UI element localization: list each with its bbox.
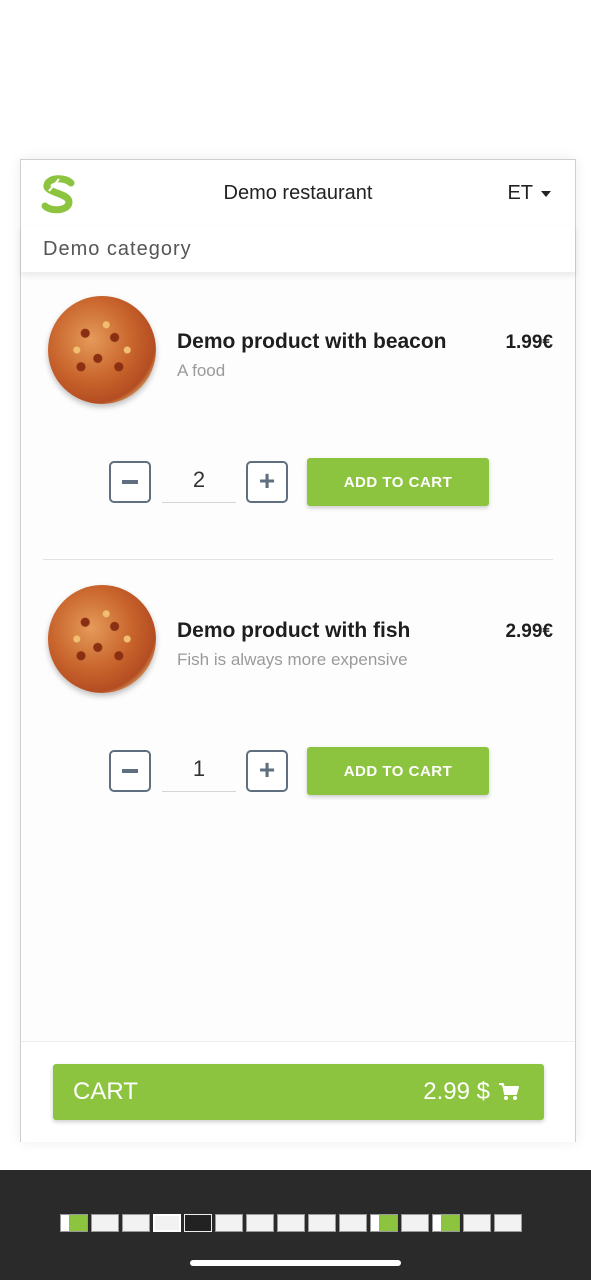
product-divider	[43, 559, 553, 560]
product-price: 1.99€	[505, 332, 553, 353]
cart-total-group: 2.99 $	[423, 1078, 520, 1106]
product-card: Demo product with fish 2.99€ Fish is alw…	[21, 561, 575, 811]
add-to-cart-button[interactable]: ADD TO CART	[307, 458, 489, 506]
thumbnail[interactable]	[308, 1214, 336, 1232]
quantity-field[interactable]	[162, 457, 236, 503]
cart-button[interactable]: CART 2.99 $	[53, 1064, 544, 1120]
thumbnail[interactable]	[401, 1214, 429, 1232]
home-indicator[interactable]	[190, 1260, 401, 1266]
add-to-cart-button[interactable]: ADD TO CART	[307, 747, 489, 795]
thumbnail[interactable]	[184, 1214, 212, 1232]
cart-label: CART	[73, 1078, 138, 1105]
thumbnail[interactable]	[463, 1214, 491, 1232]
product-name: Demo product with beacon	[177, 330, 447, 353]
page-thumbnails	[60, 1214, 522, 1232]
product-image	[48, 296, 156, 404]
product-card: Demo product with beacon 1.99€ A food AD…	[21, 272, 575, 522]
thumbnail[interactable]	[432, 1214, 460, 1232]
decrease-quantity-button[interactable]	[109, 461, 151, 503]
thumbnail[interactable]	[494, 1214, 522, 1232]
restaurant-title: Demo restaurant	[223, 182, 373, 204]
cart-icon	[499, 1083, 519, 1100]
cart-footer: CART 2.99 $	[21, 1041, 575, 1142]
thumbnail[interactable]	[370, 1214, 398, 1232]
product-name: Demo product with fish	[177, 619, 411, 642]
thumbnail[interactable]	[277, 1214, 305, 1232]
cart-total: 2.99 $	[423, 1078, 490, 1105]
app-header: Demo restaurant ET	[21, 160, 575, 227]
app-frame: Demo restaurant ET Demo category Demo pr…	[20, 159, 576, 1142]
decrease-quantity-button[interactable]	[109, 750, 151, 792]
product-description: Fish is always more expensive	[177, 650, 408, 669]
product-price: 2.99€	[505, 621, 553, 642]
caret-down-icon	[541, 190, 551, 197]
language-selector[interactable]: ET	[507, 182, 551, 205]
increase-quantity-button[interactable]	[246, 750, 288, 792]
product-image	[48, 585, 156, 693]
thumbnail[interactable]	[122, 1214, 150, 1232]
category-bar: Demo category	[21, 226, 575, 273]
thumbnail[interactable]	[339, 1214, 367, 1232]
increase-quantity-button[interactable]	[246, 461, 288, 503]
thumbnail[interactable]	[91, 1214, 119, 1232]
thumbnail[interactable]	[60, 1214, 88, 1232]
language-label: ET	[507, 182, 533, 204]
thumbnail[interactable]	[215, 1214, 243, 1232]
thumbnail[interactable]	[153, 1214, 181, 1232]
thumbnail[interactable]	[246, 1214, 274, 1232]
quantity-field[interactable]	[162, 746, 236, 792]
product-description: A food	[177, 361, 226, 380]
app-switcher-bar	[0, 1170, 591, 1280]
category-title: Demo category	[43, 238, 192, 260]
